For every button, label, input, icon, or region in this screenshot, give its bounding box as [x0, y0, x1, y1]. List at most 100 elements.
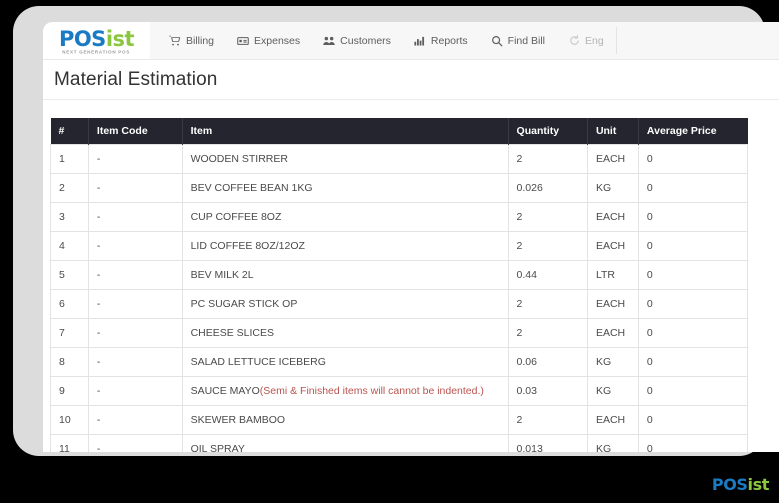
- brand-tagline: NEXT GENERATION POS: [62, 49, 131, 54]
- nav-items-list: Billing Expenses Customers Reports Find …: [150, 22, 616, 59]
- cell-quantity: 0.06: [508, 347, 588, 377]
- table-row[interactable]: 11- OIL SPRAY 0.013 KG 0: [50, 434, 749, 452]
- column-header-number[interactable]: #: [50, 118, 89, 145]
- cell-quantity: 2: [508, 202, 588, 232]
- brand-logo-ist: ist: [105, 26, 135, 51]
- nav-item-expenses-label: Expenses: [254, 34, 301, 47]
- table-row[interactable]: 4- LID COFFEE 8OZ/12OZ 2 EACH 0: [50, 231, 749, 261]
- table-scroll-container[interactable]: # Item Code Item Quantity Unit Average P…: [43, 100, 779, 452]
- cell-average-price: 0: [638, 434, 749, 452]
- cell-average-price: 0: [638, 405, 749, 435]
- cell-average-price: 0: [638, 318, 749, 348]
- page-title: Material Estimation: [54, 68, 218, 90]
- column-header-unit[interactable]: Unit: [587, 118, 639, 145]
- material-estimation-table: # Item Code Item Quantity Unit Average P…: [50, 118, 749, 452]
- nav-item-reports[interactable]: Reports: [403, 22, 480, 59]
- table-row[interactable]: 7- CHEESE SLICES 2 EACH 0: [50, 318, 749, 348]
- cell-item-name: SALAD LETTUCE ICEBERG: [182, 347, 509, 377]
- nav-item-language[interactable]: Eng: [557, 22, 616, 59]
- nav-divider: [615, 27, 617, 54]
- table-row[interactable]: 9- SAUCE MAYO(Semi & Finished items will …: [50, 376, 749, 406]
- cell-quantity: 2: [508, 289, 588, 319]
- table-row[interactable]: 3- CUP COFFEE 8OZ 2 EACH 0: [50, 202, 749, 232]
- table-row[interactable]: 8- SALAD LETTUCE ICEBERG 0.06 KG 0: [50, 347, 749, 377]
- nav-item-find-bill-label: Find Bill: [507, 34, 546, 47]
- cell-unit: KG: [587, 376, 639, 406]
- nav-item-find-bill[interactable]: Find Bill: [480, 22, 557, 59]
- cell-item-name: CUP COFFEE 8OZ: [182, 202, 509, 232]
- cell-row-number: 1: [50, 144, 89, 174]
- cell-item-name: BEV COFFEE BEAN 1KG: [182, 173, 509, 203]
- search-icon: [491, 35, 503, 47]
- cell-unit: EACH: [587, 405, 639, 435]
- column-header-avg-price[interactable]: Average Price: [638, 118, 748, 145]
- cell-unit: EACH: [587, 318, 639, 348]
- table-row[interactable]: 2- BEV COFFEE BEAN 1KG 0.026 KG 0: [50, 173, 749, 203]
- column-header-item[interactable]: Item: [182, 118, 509, 145]
- cell-row-number: 3: [50, 202, 89, 232]
- table-row[interactable]: 10- SKEWER BAMBOO 2 EACH 0: [50, 405, 749, 435]
- cell-item-code: -: [88, 376, 183, 406]
- cell-item-code: -: [88, 347, 183, 377]
- brand-logo-text: POSist: [58, 26, 135, 51]
- screenshot-root: POSist NEXT GENERATION POS Billing Expen…: [0, 0, 779, 503]
- posist-watermark: POSist: [711, 475, 770, 494]
- cell-quantity: 0.44: [508, 260, 588, 290]
- nav-item-language-label: Eng: [585, 34, 604, 47]
- cell-quantity: 2: [508, 231, 588, 261]
- cell-item-code: -: [88, 231, 183, 261]
- brand-logo[interactable]: POSist NEXT GENERATION POS: [43, 22, 150, 59]
- table-row[interactable]: 5- BEV MILK 2L 0.44 LTR 0: [50, 260, 749, 290]
- cell-item-code: -: [88, 405, 183, 435]
- credit-card-icon: [237, 35, 249, 47]
- cell-quantity: 0.03: [508, 376, 588, 406]
- table-row[interactable]: 1- WOODEN STIRRER 2 EACH 0: [50, 144, 749, 174]
- cell-row-number: 2: [50, 173, 89, 203]
- cell-average-price: 0: [638, 144, 749, 174]
- cell-item-code: -: [88, 318, 183, 348]
- watermark-pos: POS: [711, 475, 748, 494]
- cell-unit: KG: [587, 347, 639, 377]
- cell-item-code: -: [88, 434, 183, 452]
- cell-row-number: 9: [50, 376, 89, 406]
- cell-unit: LTR: [587, 260, 639, 290]
- brand-logo-pos: POS: [58, 26, 106, 51]
- cell-row-number: 6: [50, 289, 89, 319]
- cell-unit: EACH: [587, 144, 639, 174]
- bar-chart-icon: [414, 35, 426, 47]
- nav-item-customers-label: Customers: [340, 34, 391, 47]
- nav-item-billing-label: Billing: [186, 34, 215, 47]
- cell-row-number: 5: [50, 260, 89, 290]
- cell-item-code: -: [88, 289, 183, 319]
- column-header-item-code[interactable]: Item Code: [88, 118, 183, 145]
- nav-item-expenses[interactable]: Expenses: [226, 22, 312, 59]
- cell-item-name: SKEWER BAMBOO: [182, 405, 509, 435]
- cell-unit: KG: [587, 434, 639, 452]
- cell-quantity: 0.013: [508, 434, 588, 452]
- cell-row-number: 8: [50, 347, 89, 377]
- cell-quantity: 2: [508, 318, 588, 348]
- refresh-icon: [568, 35, 580, 47]
- cell-row-number: 4: [50, 231, 89, 261]
- cell-unit: EACH: [587, 231, 639, 261]
- column-header-quantity[interactable]: Quantity: [508, 118, 588, 145]
- cell-unit: EACH: [587, 202, 639, 232]
- cell-row-number: 11: [50, 434, 89, 452]
- item-warning-text: (Semi & Finished items will cannot be in…: [259, 385, 484, 397]
- cell-unit: EACH: [587, 289, 639, 319]
- page-title-bar: Material Estimation: [43, 60, 779, 100]
- cell-average-price: 0: [638, 173, 749, 203]
- cell-average-price: 0: [638, 260, 749, 290]
- cell-item-code: -: [88, 260, 183, 290]
- cell-quantity: 0.026: [508, 173, 588, 203]
- nav-item-billing[interactable]: Billing: [158, 22, 226, 59]
- nav-item-reports-label: Reports: [430, 34, 468, 47]
- table-head: # Item Code Item Quantity Unit Average P…: [50, 118, 748, 145]
- cell-unit: KG: [587, 173, 639, 203]
- table-header-row: # Item Code Item Quantity Unit Average P…: [50, 118, 748, 145]
- watermark-logo-text: POSist: [711, 475, 770, 494]
- device-frame: POSist NEXT GENERATION POS Billing Expen…: [13, 6, 779, 456]
- table-row[interactable]: 6- PC SUGAR STICK OP 2 EACH 0: [50, 289, 749, 319]
- cell-item-code: -: [88, 202, 183, 232]
- nav-item-customers[interactable]: Customers: [312, 22, 403, 59]
